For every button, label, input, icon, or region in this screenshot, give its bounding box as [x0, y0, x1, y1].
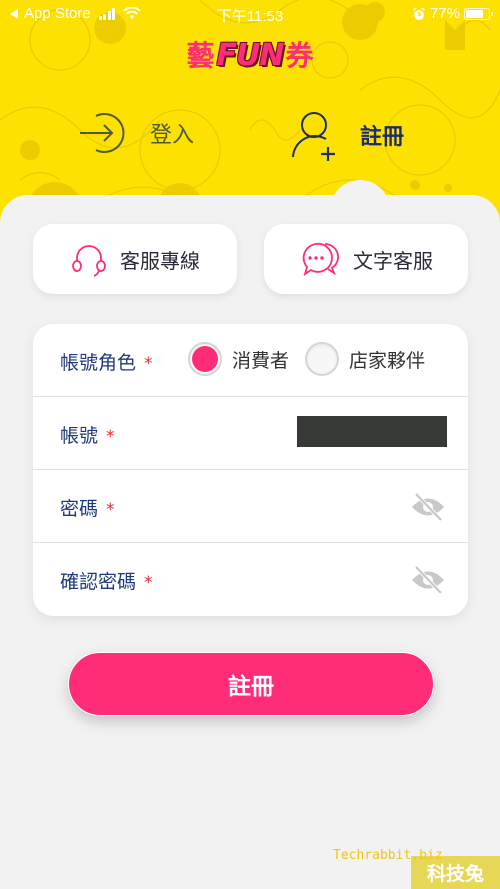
watermark-text: Techrabbit.biz: [333, 848, 443, 863]
add-user-icon: [292, 112, 335, 161]
role-option-consumer-label: 消費者: [232, 349, 290, 372]
required-mark: *: [144, 354, 153, 374]
account-input-redacted[interactable]: [297, 416, 447, 447]
account-role-row: 帳號角色 * 消費者 店家夥伴: [33, 324, 468, 397]
account-role-label: 帳號角色 *: [60, 352, 153, 374]
tab-register-label: 註冊: [360, 125, 405, 150]
confirm-password-input[interactable]: [213, 559, 403, 599]
logo-right-char: 券: [285, 39, 314, 72]
register-screen: App Store 下午11:53 77% 藝 FUN 券 登入 註冊 客服專線…: [0, 0, 500, 889]
radio-consumer[interactable]: [188, 342, 222, 376]
text-support-button[interactable]: 文字客服: [264, 224, 468, 294]
eye-off-icon[interactable]: [410, 492, 446, 522]
role-option-merchant-label: 店家夥伴: [349, 349, 426, 372]
password-label: 密碼 *: [60, 498, 115, 520]
tab-login[interactable]: 登入: [78, 109, 194, 157]
auth-tabs: 登入 註冊: [0, 105, 500, 165]
status-bar: App Store 下午11:53 77%: [0, 0, 500, 28]
login-arrow-icon: [80, 113, 125, 153]
chat-bubbles-icon: [302, 242, 339, 277]
registration-form: 帳號角色 * 消費者 店家夥伴 帳號 * 密碼 * 確認密碼 *: [33, 324, 468, 616]
battery-icon: [464, 7, 493, 20]
tab-register[interactable]: 註冊: [290, 109, 404, 161]
register-submit-button[interactable]: 註冊: [68, 652, 434, 716]
role-option-consumer[interactable]: 消費者: [188, 342, 289, 376]
logo-left-char: 藝: [186, 39, 215, 72]
role-option-merchant[interactable]: 店家夥伴: [305, 342, 425, 376]
alarm-icon: [413, 6, 425, 20]
tab-login-label: 登入: [150, 123, 195, 148]
hotline-label: 客服專線: [120, 248, 200, 273]
password-row: 密碼 *: [33, 470, 468, 543]
radio-merchant[interactable]: [305, 342, 340, 376]
confirm-password-row: 確認密碼 *: [33, 543, 468, 616]
text-support-label: 文字客服: [353, 248, 433, 273]
required-mark: *: [106, 500, 115, 520]
password-input[interactable]: [183, 486, 403, 526]
required-mark: *: [144, 573, 153, 593]
eye-off-icon[interactable]: [410, 565, 446, 595]
account-label: 帳號 *: [60, 425, 115, 447]
app-logo: 藝 FUN 券: [180, 36, 320, 76]
account-row: 帳號 *: [33, 397, 468, 470]
battery-percent: 77%: [429, 5, 460, 22]
confirm-password-label: 確認密碼 *: [60, 571, 153, 593]
customer-service-hotline-button[interactable]: 客服專線: [33, 224, 237, 294]
required-mark: *: [106, 427, 115, 447]
logo-fun-text: FUN: [216, 38, 285, 73]
account-role-radio-group: 消費者 店家夥伴: [188, 342, 425, 376]
headset-icon: [72, 245, 106, 277]
